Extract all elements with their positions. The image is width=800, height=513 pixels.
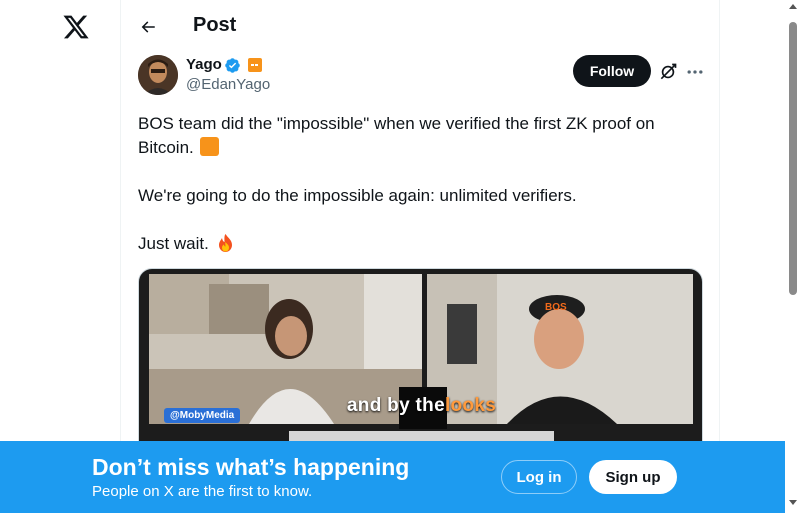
banner-title: Don’t miss what’s happening xyxy=(92,454,410,480)
post-header: Post xyxy=(121,0,719,53)
login-button[interactable]: Log in xyxy=(501,460,577,494)
follow-button[interactable]: Follow xyxy=(573,55,651,87)
tweet-line-3: Just wait. xyxy=(138,234,209,253)
author-name[interactable]: Yago xyxy=(186,56,222,73)
grok-icon[interactable] xyxy=(658,62,678,82)
banner-subtitle: People on X are the first to know. xyxy=(92,483,313,500)
caption-text: and by the xyxy=(346,395,445,416)
back-arrow-icon xyxy=(141,21,155,33)
page-scrollbar[interactable] xyxy=(786,0,800,513)
more-icon[interactable] xyxy=(685,62,705,82)
signup-banner: Don’t miss what’s happening People on X … xyxy=(0,441,785,513)
page-title: Post xyxy=(193,14,237,36)
scroll-up-icon[interactable] xyxy=(789,4,797,9)
tweet-line-2: We're going to do the impossible again: … xyxy=(138,186,577,205)
scroll-thumb[interactable] xyxy=(789,22,797,295)
left-rail xyxy=(0,0,120,513)
scroll-down-icon[interactable] xyxy=(789,500,797,505)
video-media[interactable]: @MobyMedia BOS and by thelooks xyxy=(138,268,703,458)
verified-badge-icon xyxy=(224,57,241,74)
primary-column: Post Yago @EdanYago Follow BOS team did … xyxy=(120,0,720,513)
x-logo-icon[interactable] xyxy=(62,13,90,41)
orange-square-emoji xyxy=(200,137,220,156)
caption-highlight: looks xyxy=(444,395,497,416)
svg-text:BOS: BOS xyxy=(545,302,567,313)
author-handle[interactable]: @EdanYago xyxy=(186,76,270,93)
tweet-text: BOS team did the "impossible" when we ve… xyxy=(138,112,698,256)
author-avatar[interactable] xyxy=(138,55,178,95)
fire-emoji xyxy=(216,233,235,253)
affiliate-badge-icon[interactable] xyxy=(248,58,262,72)
signup-button[interactable]: Sign up xyxy=(589,460,677,494)
video-caption: and by thelooks xyxy=(139,395,702,417)
back-button[interactable] xyxy=(133,12,163,42)
